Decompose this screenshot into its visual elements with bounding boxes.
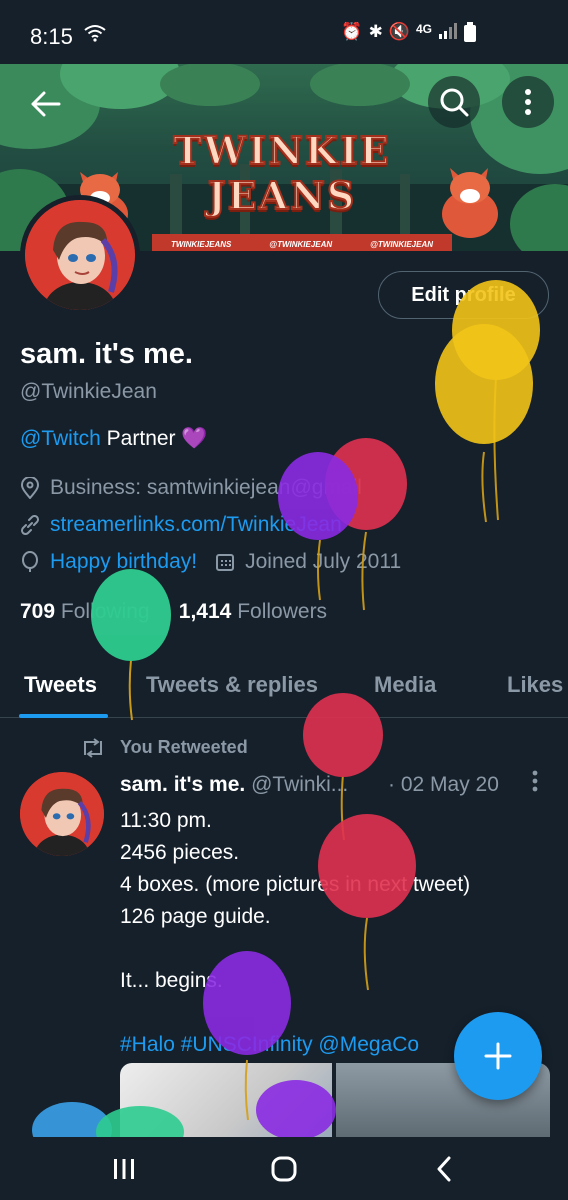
followers-link[interactable]: 1,414 Followers [179, 600, 327, 623]
tab-tweets[interactable]: Tweets [24, 672, 97, 698]
banner-social-twitter: @TWINKIEJEAN [269, 239, 333, 249]
follow-stats: 709 Following 1,414 Followers [20, 600, 327, 624]
tweet-author-avatar[interactable] [20, 772, 104, 856]
tweet-line: 11:30 pm. [120, 809, 212, 832]
alarm-icon: ⏰ [341, 22, 363, 41]
tweet-line [120, 997, 470, 1029]
tab-tweets-replies[interactable]: Tweets & replies [146, 672, 318, 698]
bluetooth-icon: ✱ [368, 22, 383, 41]
tweet-line [120, 933, 470, 965]
tweet-line: 2456 pieces. [120, 841, 240, 864]
tweet-options-button[interactable] [532, 770, 538, 798]
profile-handle: @TwinkieJean [20, 380, 157, 403]
profile-tabs: Tweets Tweets & replies Media Likes [0, 660, 568, 718]
status-icons: ⏰ ✱ 🔇 4G [341, 22, 476, 47]
battery-icon [464, 22, 476, 47]
retweet-label: You Retweeted [120, 737, 248, 757]
more-vertical-icon [525, 89, 531, 115]
home-button[interactable] [264, 1151, 304, 1187]
banner-social-instagram: @TWINKIEJEAN [370, 239, 434, 249]
following-link[interactable]: 709 Following [20, 600, 150, 623]
joined-text: Joined July 2011 [245, 550, 402, 573]
avatar-image [25, 200, 135, 310]
tweet-line: 126 page guide. [120, 905, 271, 928]
network-label: 4G [415, 22, 432, 36]
tweet-header: sam. it's me. @Twinki... [120, 773, 348, 797]
profile-birthday-joined: Happy birthday! Joined July 2011 [20, 550, 401, 574]
link-icon [20, 515, 40, 535]
active-tab-indicator [19, 714, 108, 718]
compose-tweet-button[interactable] [454, 1012, 542, 1100]
recent-apps-button[interactable] [104, 1151, 144, 1187]
tweet-date: · 02 May 20 [388, 773, 499, 796]
more-vertical-icon [532, 770, 538, 792]
tweet-author-handle: @Twinki... [251, 773, 349, 796]
profile-name: sam. it's me. [20, 338, 193, 370]
chevron-left-icon [437, 1156, 451, 1182]
profile-avatar[interactable] [20, 195, 140, 315]
profile-bio: @Twitch Partner 💜 [20, 427, 208, 451]
tweet-media-image[interactable] [120, 1063, 332, 1137]
more-options-button[interactable] [502, 76, 554, 128]
tweet-hashtags[interactable]: #Halo #UNSCInfinity @MegaCo [120, 1029, 470, 1061]
business-text: Business: samtwinkiejean@gmail [50, 476, 362, 499]
system-back-button[interactable] [424, 1151, 464, 1187]
status-time: 8:15 [30, 24, 73, 49]
tweet-line: It... begins. [120, 969, 223, 992]
tab-media[interactable]: Media [374, 672, 436, 698]
purple-heart-emoji: 💜 [181, 427, 208, 450]
calendar-icon [216, 554, 235, 571]
banner-title: TWINKIE JEANS [172, 127, 391, 219]
back-button[interactable] [20, 78, 72, 130]
recent-apps-icon [114, 1159, 134, 1179]
banner-socials: TWINKIEJEANS @TWINKIEJEAN @TWINKIEJEAN [152, 234, 452, 251]
balloon-icon [22, 551, 38, 572]
tweet-author-name[interactable]: sam. it's me. [120, 773, 245, 796]
search-button[interactable] [428, 76, 480, 128]
bio-text: Partner [100, 427, 182, 450]
tweet-text: 11:30 pm. 2456 pieces. 4 boxes. (more pi… [120, 805, 470, 1061]
search-icon [440, 88, 469, 117]
birthday-link[interactable]: Happy birthday! [50, 550, 197, 574]
followers-label: Followers [237, 600, 328, 623]
location-pin-icon [20, 477, 40, 499]
system-nav-bar [0, 1137, 568, 1200]
plus-icon [484, 1042, 512, 1070]
home-icon [271, 1156, 297, 1182]
retweet-icon [84, 737, 102, 758]
website-link[interactable]: streamerlinks.com/TwinkieJean [50, 513, 342, 537]
edit-profile-button[interactable]: Edit profile [378, 271, 549, 319]
mute-icon: 🔇 [388, 22, 410, 41]
following-label: Following [60, 600, 150, 623]
followers-count: 1,414 [178, 600, 232, 623]
status-bar: 8:15 ⏰ ✱ 🔇 4G [0, 0, 568, 64]
bio-twitch-link[interactable]: @Twitch [20, 427, 101, 450]
retweet-context: You Retweeted [80, 737, 248, 758]
back-arrow-icon [31, 91, 61, 117]
banner-social-twitch: TWINKIEJEANS [170, 239, 232, 249]
following-count: 709 [20, 600, 56, 623]
tab-likes[interactable]: Likes [507, 672, 563, 698]
balloon-yellow [435, 324, 533, 523]
profile-website: streamerlinks.com/TwinkieJean [20, 513, 342, 537]
profile-business: Business: samtwinkiejean@gmail [20, 476, 362, 500]
signal-icon [438, 22, 458, 47]
wifi-icon [84, 24, 106, 47]
tweet-line: 4 boxes. (more pictures in next tweet) [120, 873, 471, 896]
